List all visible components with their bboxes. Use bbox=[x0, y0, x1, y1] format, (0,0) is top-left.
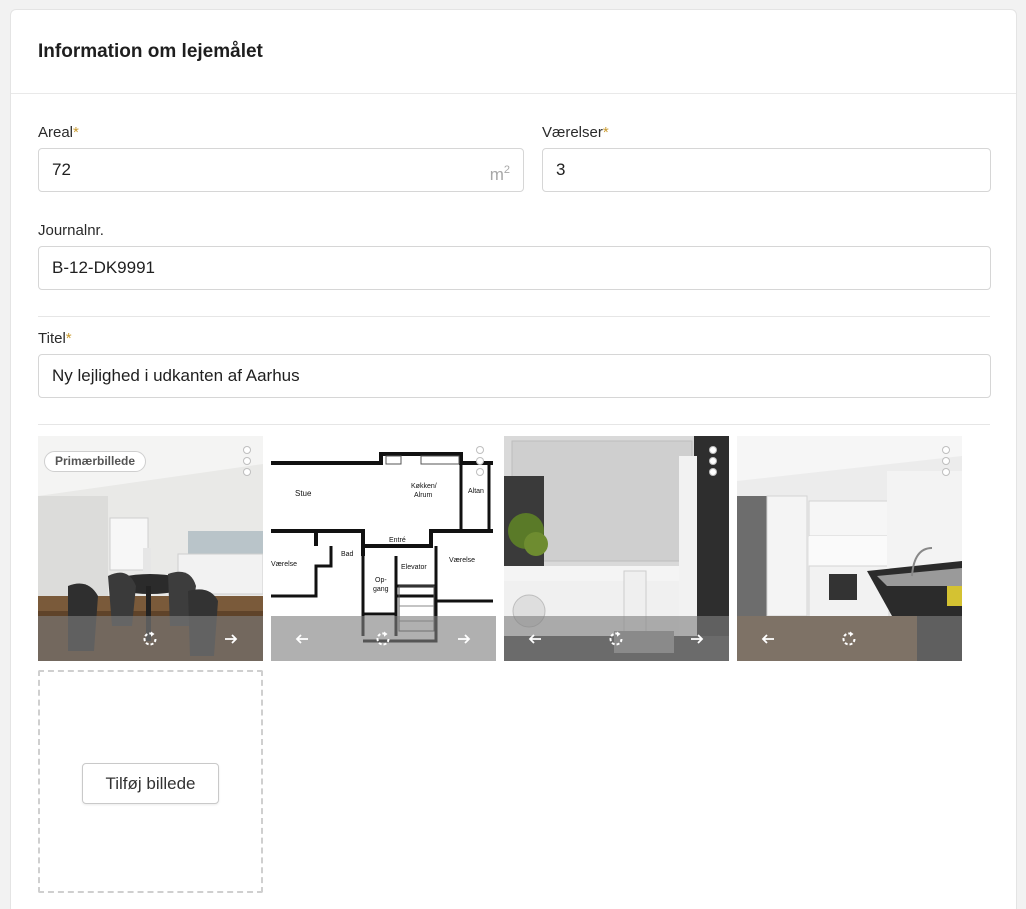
titel-label: Titel* bbox=[38, 330, 72, 347]
svg-text:Stue: Stue bbox=[295, 489, 312, 498]
svg-text:Op-: Op- bbox=[375, 577, 387, 584]
svg-text:Værelse: Værelse bbox=[271, 561, 297, 568]
svg-text:Elevator: Elevator bbox=[401, 564, 427, 571]
svg-text:Alrum: Alrum bbox=[414, 492, 432, 499]
journalnr-label: Journalnr. bbox=[38, 222, 104, 239]
move-left-icon[interactable] bbox=[758, 629, 778, 649]
image-controls bbox=[38, 616, 263, 661]
journalnr-input[interactable]: B-12-DK9991 bbox=[38, 246, 991, 290]
primary-image-badge: Primærbillede bbox=[44, 451, 147, 472]
rental-info-card: Information om lejemålet Areal* 72 m2 Væ… bbox=[10, 9, 1017, 909]
rotate-icon[interactable] bbox=[606, 629, 626, 649]
svg-text:Entré: Entré bbox=[389, 537, 406, 544]
move-right-icon[interactable] bbox=[221, 629, 241, 649]
more-options-icon[interactable] bbox=[709, 446, 719, 478]
image-thumb-2[interactable]: Stue Køkken/ Alrum Altan Entré Bad Værel… bbox=[271, 436, 496, 661]
add-image-dropzone[interactable]: Tilføj billede bbox=[38, 670, 263, 893]
rotate-icon[interactable] bbox=[140, 629, 160, 649]
image-thumb-1[interactable]: Primærbillede bbox=[38, 436, 263, 661]
svg-text:Køkken/: Køkken/ bbox=[411, 483, 437, 490]
areal-unit: m2 bbox=[489, 164, 510, 184]
image-thumb-4[interactable] bbox=[737, 436, 962, 661]
vaerelser-value: 3 bbox=[556, 160, 566, 179]
move-right-icon[interactable] bbox=[454, 629, 474, 649]
divider bbox=[38, 316, 990, 317]
areal-label: Areal* bbox=[38, 124, 79, 141]
move-right-icon[interactable] bbox=[687, 629, 707, 649]
card-header: Information om lejemålet bbox=[11, 10, 1016, 94]
rotate-icon[interactable] bbox=[839, 629, 859, 649]
rotate-icon[interactable] bbox=[373, 629, 393, 649]
vaerelser-input[interactable]: 3 bbox=[542, 148, 991, 192]
more-options-icon[interactable] bbox=[476, 446, 486, 478]
image-controls bbox=[271, 616, 496, 661]
section-title: Information om lejemålet bbox=[38, 41, 263, 62]
image-controls bbox=[737, 616, 962, 661]
areal-input[interactable]: 72 m2 bbox=[38, 148, 524, 192]
vaerelser-label: Værelser* bbox=[542, 124, 609, 141]
move-left-icon[interactable] bbox=[525, 629, 545, 649]
required-mark: * bbox=[65, 330, 72, 347]
image-controls bbox=[504, 616, 729, 661]
journalnr-value: B-12-DK9991 bbox=[52, 258, 156, 277]
add-image-button[interactable]: Tilføj billede bbox=[82, 763, 219, 804]
svg-text:Altan: Altan bbox=[468, 488, 484, 495]
areal-value: 72 bbox=[52, 160, 71, 179]
required-mark: * bbox=[73, 124, 79, 141]
required-mark: * bbox=[602, 124, 609, 141]
svg-text:Værelse: Værelse bbox=[449, 557, 475, 564]
more-options-icon[interactable] bbox=[942, 446, 952, 478]
titel-input[interactable]: Ny lejlighed i udkanten af Aarhus bbox=[38, 354, 991, 398]
divider bbox=[38, 424, 990, 425]
titel-value: Ny lejlighed i udkanten af Aarhus bbox=[52, 366, 300, 385]
move-left-icon[interactable] bbox=[292, 629, 312, 649]
svg-text:gang: gang bbox=[373, 586, 389, 593]
svg-text:Bad: Bad bbox=[341, 551, 354, 558]
more-options-icon[interactable] bbox=[243, 446, 253, 478]
image-thumb-3[interactable] bbox=[504, 436, 729, 661]
